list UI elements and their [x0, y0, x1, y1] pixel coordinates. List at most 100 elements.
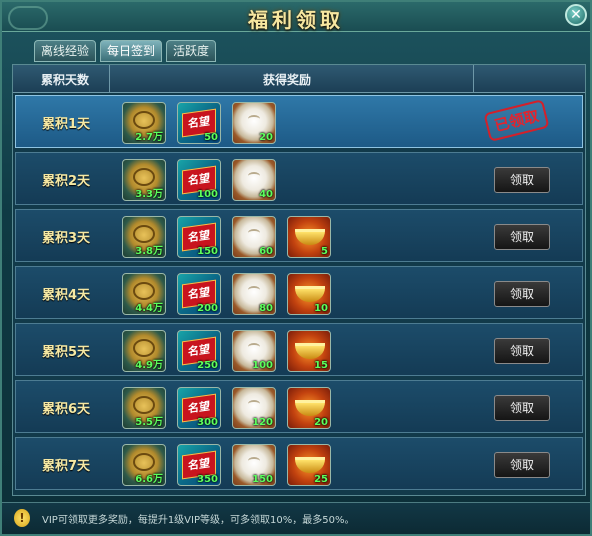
header-days: 累积天数: [41, 73, 90, 87]
item-quantity: 250: [197, 360, 218, 371]
bun-icon[interactable]: 60: [232, 216, 276, 258]
bun-icon[interactable]: 150: [232, 444, 276, 486]
claim-button[interactable]: 领取: [494, 224, 550, 250]
item-glyph: [248, 400, 260, 408]
claim-button[interactable]: 领取: [494, 338, 550, 364]
item-glyph: [133, 282, 155, 300]
bun-icon[interactable]: 20: [232, 102, 276, 144]
bun-icon[interactable]: 100: [232, 330, 276, 372]
tab-bar: 离线经验 每日签到 活跃度: [34, 40, 217, 62]
tab-activity[interactable]: 活跃度: [166, 40, 217, 62]
item-glyph: [133, 396, 155, 414]
reward-items: 3.3万 名望 100 40: [122, 159, 276, 201]
item-quantity: 6.6万: [135, 474, 163, 485]
item-glyph: [295, 229, 325, 245]
bun-icon[interactable]: 40: [232, 159, 276, 201]
tab-offline-exp[interactable]: 离线经验: [34, 40, 97, 62]
close-button[interactable]: ✕: [565, 4, 587, 26]
reward-row: 累积6天 5.5万 名望 300 120 20 领取: [15, 380, 583, 433]
item-quantity: 40: [259, 189, 273, 200]
ingot-icon[interactable]: 10: [287, 273, 331, 315]
item-glyph: [248, 172, 260, 180]
ingot-icon[interactable]: 15: [287, 330, 331, 372]
reward-items: 4.4万 名望 200 80 10: [122, 273, 331, 315]
coin-icon[interactable]: 3.3万: [122, 159, 166, 201]
item-quantity: 120: [252, 417, 273, 428]
item-quantity: 80: [259, 303, 273, 314]
fame-icon[interactable]: 名望 50: [177, 102, 221, 144]
reward-row: 累积3天 3.8万 名望 150 60 5 领取: [15, 209, 583, 262]
reward-items: 6.6万 名望 350 150 25: [122, 444, 331, 486]
coin-icon[interactable]: 3.8万: [122, 216, 166, 258]
item-quantity: 4.4万: [135, 303, 163, 314]
coin-icon[interactable]: 5.5万: [122, 387, 166, 429]
vip-tip-text: VIP可领取更多奖励，每提升1级VIP等级，可多领取10%，最多50%。: [42, 515, 355, 526]
footer-bar: ! VIP可领取更多奖励，每提升1级VIP等级，可多领取10%，最多50%。: [2, 502, 590, 534]
item-quantity: 5.5万: [135, 417, 163, 428]
item-quantity: 20: [314, 417, 328, 428]
reward-row: 累积1天 2.7万 名望 50 20 已领取: [15, 95, 583, 148]
item-glyph: [133, 225, 155, 243]
coin-icon[interactable]: 4.9万: [122, 330, 166, 372]
title-bar: 福利领取 ✕: [2, 2, 590, 32]
item-glyph: [248, 286, 260, 294]
bun-icon[interactable]: 80: [232, 273, 276, 315]
claim-button[interactable]: 领取: [494, 281, 550, 307]
item-glyph: [248, 229, 260, 237]
fame-icon[interactable]: 名望 100: [177, 159, 221, 201]
item-quantity: 4.9万: [135, 360, 163, 371]
item-glyph: [295, 457, 325, 473]
item-quantity: 10: [314, 303, 328, 314]
row-day-label: 累积4天: [42, 288, 91, 303]
fame-icon[interactable]: 名望 150: [177, 216, 221, 258]
item-quantity: 25: [314, 474, 328, 485]
reward-items: 2.7万 名望 50 20: [122, 102, 276, 144]
welfare-window: 福利领取 ✕ 离线经验 每日签到 活跃度 累积天数 获得奖励 累积1天 2.7万名…: [0, 0, 592, 536]
ingot-icon[interactable]: 20: [287, 387, 331, 429]
ingot-icon[interactable]: 25: [287, 444, 331, 486]
tab-daily-signin[interactable]: 每日签到: [100, 40, 163, 62]
reward-row: 累积2天 3.3万 名望 100 40 领取: [15, 152, 583, 205]
item-quantity: 2.7万: [135, 132, 163, 143]
item-quantity: 5: [321, 246, 328, 257]
claimed-stamp: 已领取: [483, 99, 550, 142]
item-glyph: [133, 111, 155, 129]
claim-button[interactable]: 领取: [494, 452, 550, 478]
item-glyph: [295, 400, 325, 416]
claim-button[interactable]: 领取: [494, 395, 550, 421]
item-glyph: [133, 453, 155, 471]
header-divider: [473, 65, 474, 93]
fame-icon[interactable]: 名望 300: [177, 387, 221, 429]
reward-items: 5.5万 名望 300 120 20: [122, 387, 331, 429]
item-quantity: 20: [259, 132, 273, 143]
item-quantity: 3.8万: [135, 246, 163, 257]
coin-icon[interactable]: 2.7万: [122, 102, 166, 144]
coin-icon[interactable]: 4.4万: [122, 273, 166, 315]
item-quantity: 100: [252, 360, 273, 371]
fame-icon[interactable]: 名望 200: [177, 273, 221, 315]
row-day-label: 累积2天: [42, 174, 91, 189]
coin-icon[interactable]: 6.6万: [122, 444, 166, 486]
item-glyph: [133, 339, 155, 357]
row-day-label: 累积5天: [42, 345, 91, 360]
item-quantity: 300: [197, 417, 218, 428]
bun-icon[interactable]: 120: [232, 387, 276, 429]
ingot-icon[interactable]: 5: [287, 216, 331, 258]
reward-row: 累积5天 4.9万 名望 250 100 15 领取: [15, 323, 583, 376]
reward-items: 4.9万 名望 250 100 15: [122, 330, 331, 372]
reward-row: 累积4天 4.4万 名望 200 80 10 领取: [15, 266, 583, 319]
item-quantity: 350: [197, 474, 218, 485]
fame-icon[interactable]: 名望 350: [177, 444, 221, 486]
item-glyph: [248, 115, 260, 123]
item-quantity: 60: [259, 246, 273, 257]
rewards-panel: 累积天数 获得奖励 累积1天 2.7万 名望 50 20 已领取 累积2天 3.3万 名望 100…: [12, 64, 586, 496]
item-glyph: [133, 168, 155, 186]
header-rewards: 获得奖励: [263, 73, 312, 87]
tip-icon: !: [14, 509, 30, 527]
item-quantity: 3.3万: [135, 189, 163, 200]
fame-icon[interactable]: 名望 250: [177, 330, 221, 372]
row-day-label: 累积6天: [42, 402, 91, 417]
window-title: 福利领取: [248, 8, 344, 32]
claim-button[interactable]: 领取: [494, 167, 550, 193]
item-quantity: 150: [197, 246, 218, 257]
